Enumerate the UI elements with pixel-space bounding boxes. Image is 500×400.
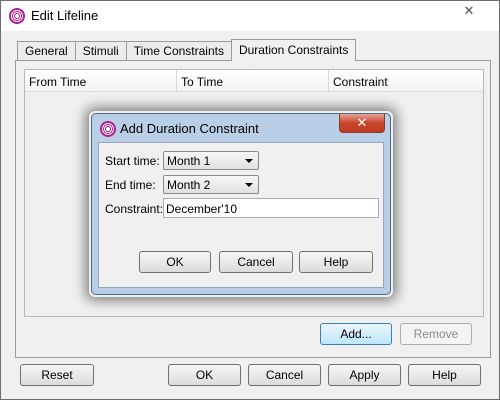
start-time-label: Start time: [105,154,160,168]
dialog-cancel-button[interactable]: Cancel [219,251,293,273]
window-title: Edit Lifeline [31,8,99,23]
table-header: From Time To Time Constraint [25,70,483,92]
add-button[interactable]: Add... [320,323,392,345]
window-titlebar[interactable]: Edit Lifeline ✕ [1,1,499,31]
dialog-help-button[interactable]: Help [299,251,373,273]
column-header-constraint[interactable]: Constraint [329,70,483,92]
app-logo-icon [9,8,25,24]
help-button[interactable]: Help [408,364,481,386]
start-time-value: Month 1 [167,154,211,168]
cancel-button[interactable]: Cancel [248,364,321,386]
column-header-to-time[interactable]: To Time [177,70,329,92]
constraint-input[interactable]: December'10 [163,198,379,218]
end-time-label: End time: [105,178,156,192]
reset-button[interactable]: Reset [20,364,94,386]
column-header-from-time[interactable]: From Time [25,70,177,92]
tab-general[interactable]: General [17,41,76,61]
end-time-value: Month 2 [167,178,211,192]
chevron-down-icon [245,183,253,187]
chevron-down-icon [245,159,253,163]
start-time-select[interactable]: Month 1 [163,151,259,170]
dialog-close-icon[interactable]: ✕ [339,114,385,133]
dialog-app-logo-icon [100,121,116,137]
dialog-title: Add Duration Constraint [120,121,259,136]
apply-button[interactable]: Apply [328,364,401,386]
end-time-select[interactable]: Month 2 [163,175,259,194]
tab-bar: General Stimuli Time Constraints Duratio… [17,39,357,61]
tab-duration-constraints[interactable]: Duration Constraints [230,39,357,61]
add-duration-constraint-dialog: Add Duration Constraint ✕ Start time: Mo… [91,113,391,295]
ok-button[interactable]: OK [168,364,241,386]
tab-time-constraints[interactable]: Time Constraints [125,41,232,61]
constraint-label: Constraint: [105,202,164,216]
close-icon[interactable]: ✕ [447,2,491,20]
tab-stimuli[interactable]: Stimuli [74,41,127,61]
remove-button[interactable]: Remove [400,323,472,345]
dialog-ok-button[interactable]: OK [139,251,211,273]
dialog-content: Start time: Month 1 End time: Month 2 Co… [98,142,384,288]
